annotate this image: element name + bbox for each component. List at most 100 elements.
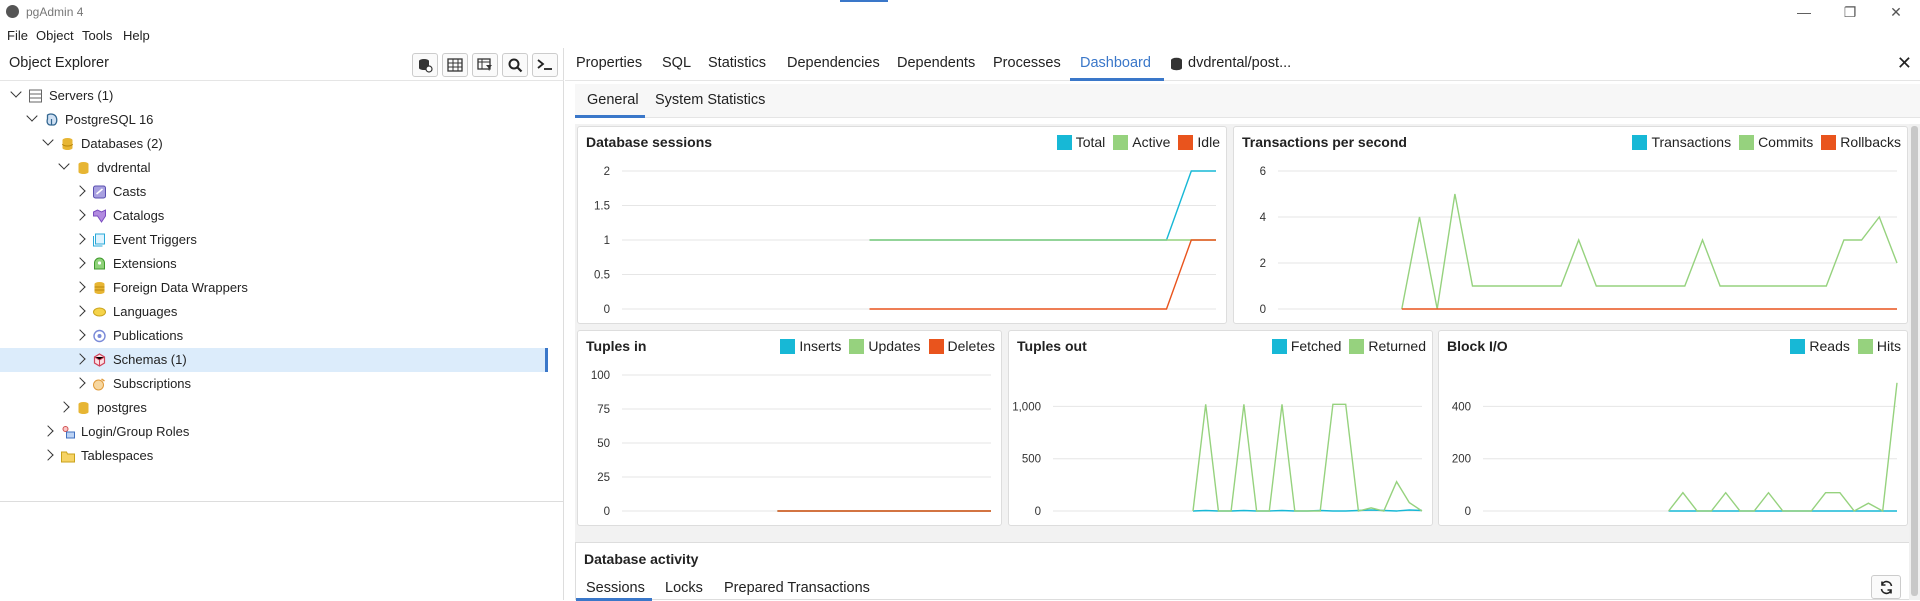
tab-query-tool[interactable]: dvdrental/post... [1188,55,1291,71]
chevron-right-icon[interactable] [42,425,54,437]
legend-item[interactable]: Idle [1178,134,1220,150]
scrollbar-thumb[interactable] [1911,126,1918,596]
tree-item[interactable]: Schemas (1) [0,348,548,372]
menu-file[interactable]: File [7,28,28,43]
tree-item[interactable]: dvdrental [0,156,548,180]
legend-item[interactable]: Fetched [1271,338,1341,354]
chevron-down-icon[interactable] [10,86,22,98]
filtered-table-icon [477,58,492,71]
chevron-right-icon[interactable] [74,377,86,389]
chevron-right-icon[interactable] [74,209,86,221]
database-icon [78,162,89,174]
y-tick-label: 100 [591,370,610,382]
filter-rows-button[interactable] [472,53,498,77]
tab-dependencies[interactable]: Dependencies [787,55,880,71]
tree-item[interactable]: Languages [0,300,548,324]
view-data-button[interactable] [442,53,468,77]
chevron-down-icon[interactable] [26,110,38,122]
chevron-right-icon[interactable] [74,257,86,269]
tree-item[interactable]: PostgreSQL 16 [0,108,548,132]
legend-item[interactable]: Active [1113,134,1170,150]
pgadmin-logo-icon [6,5,19,18]
query-tool-button[interactable] [412,53,438,77]
chevron-right-icon[interactable] [58,401,70,413]
activity-tab-prepared-transactions[interactable]: Prepared Transactions [724,580,870,596]
y-tick-label: 1.5 [594,201,610,213]
psql-tool-button[interactable] [532,53,558,77]
y-tick-label: 400 [1452,401,1471,413]
tab-statistics[interactable]: Statistics [708,55,766,71]
tree-item[interactable]: Subscriptions [0,372,548,396]
activity-tab-sessions[interactable]: Sessions [586,580,645,596]
tab-sql[interactable]: SQL [662,55,691,71]
y-tick-label: 25 [597,472,610,484]
object-explorer-title: Object Explorer [9,55,109,71]
chevron-right-icon[interactable] [74,185,86,197]
tree-item-label: postgres [97,400,147,415]
y-tick-label: 0 [604,304,610,316]
tree-item[interactable]: postgres [0,396,548,420]
y-tick-label: 0 [1035,506,1041,518]
tree-item-label: Event Triggers [113,232,197,247]
legend-item[interactable]: Updates [849,338,921,354]
tree-item[interactable]: Login/Group Roles [0,420,548,444]
legend-item[interactable]: Deletes [928,338,995,354]
tab-dashboard[interactable]: Dashboard [1080,55,1151,71]
y-tick-label: 500 [1022,454,1041,466]
legend-item[interactable]: Commits [1739,134,1813,150]
tab-processes[interactable]: Processes [993,55,1061,71]
menu-tools[interactable]: Tools [82,28,112,43]
legend-swatch [849,338,865,354]
tree-item[interactable]: Databases (2) [0,132,548,156]
legend-item[interactable]: Returned [1349,338,1426,354]
chart-legend: Total Active Idle [1053,134,1220,150]
legend-item[interactable]: Rollbacks [1821,134,1901,150]
dashboard-area: Database sessions Total Active Idle 0 0.5 1 1.5… [575,124,1910,601]
chevron-down-icon[interactable] [58,158,70,170]
legend-swatch [1113,134,1129,150]
subtab-system-statistics[interactable]: System Statistics [655,92,765,108]
menu-object[interactable]: Object [36,28,74,43]
legend-item[interactable]: Total [1056,134,1105,150]
foreign-data-wrappers-icon [94,282,105,294]
menu-help[interactable]: Help [123,28,150,43]
legend-label: Deletes [947,338,995,354]
chevron-right-icon[interactable] [42,449,54,461]
search-objects-button[interactable] [502,53,528,77]
legend-item[interactable]: Reads [1790,338,1850,354]
activity-tab-locks[interactable]: Locks [665,580,703,596]
chevron-down-icon[interactable] [42,134,54,146]
tuples-out-panel: Tuples out Fetched Returned 0 500 1,000 [1008,330,1433,526]
tree-item[interactable]: Publications [0,324,548,348]
tree-item[interactable]: Casts [0,180,548,204]
refresh-button[interactable] [1871,575,1901,599]
chevron-right-icon[interactable] [74,329,86,341]
chevron-right-icon[interactable] [74,233,86,245]
chevron-right-icon[interactable] [74,353,86,365]
close-tab-icon[interactable]: ✕ [1897,53,1912,74]
legend-item[interactable]: Inserts [780,338,841,354]
tab-properties[interactable]: Properties [576,55,642,71]
restore-icon[interactable]: ❐ [1836,2,1864,22]
subtab-general[interactable]: General [587,92,639,108]
subscriptions-icon [93,378,105,391]
minimize-icon[interactable]: — [1790,2,1818,22]
tree-item[interactable]: Foreign Data Wrappers [0,276,548,300]
tree-item[interactable]: Extensions [0,252,548,276]
roles-icon [62,426,75,439]
tree-item-label: Publications [113,328,184,343]
tree-item[interactable]: Tablespaces [0,444,548,468]
tree-item-label: Databases (2) [81,136,163,151]
tree-item[interactable]: Event Triggers [0,228,548,252]
legend-item[interactable]: Hits [1857,338,1901,354]
chevron-right-icon[interactable] [74,281,86,293]
tab-dependents[interactable]: Dependents [897,55,975,71]
chevron-right-icon[interactable] [74,305,86,317]
chart-title: Database sessions [586,134,713,150]
legend-item[interactable]: Transactions [1632,134,1731,150]
tree-item[interactable]: Servers (1) [0,84,548,108]
dashboard-scrollbar[interactable] [1909,124,1920,600]
object-tree: Servers (1) PostgreSQL 16 Databases (2) dvd… [0,82,564,502]
close-window-icon[interactable]: ✕ [1882,2,1910,22]
tree-item[interactable]: Catalogs [0,204,548,228]
